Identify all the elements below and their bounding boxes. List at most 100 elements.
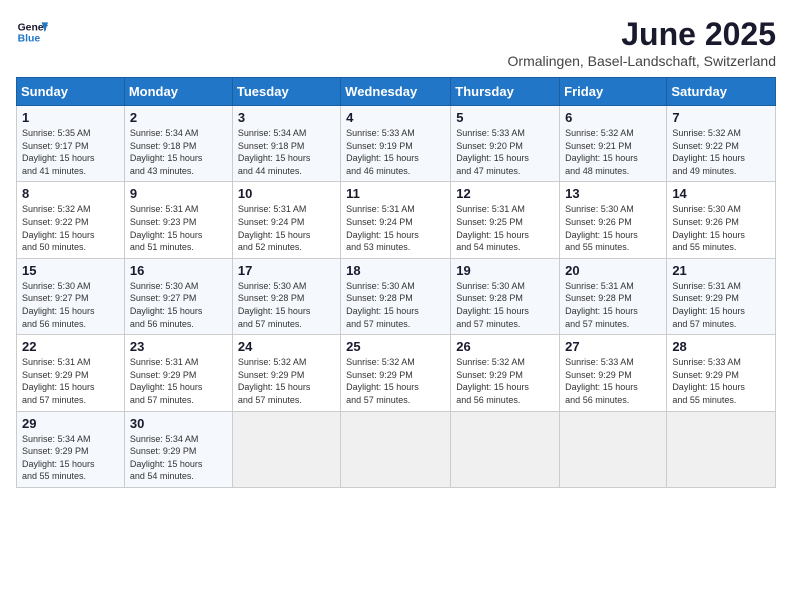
day-number: 22 (22, 339, 119, 354)
table-row (667, 411, 776, 487)
table-row (341, 411, 451, 487)
table-row: 12 Sunrise: 5:31 AMSunset: 9:25 PMDayligh… (451, 182, 560, 258)
day-info: Sunrise: 5:33 AMSunset: 9:29 PMDaylight:… (672, 356, 770, 406)
table-row: 25 Sunrise: 5:32 AMSunset: 9:29 PMDayligh… (341, 335, 451, 411)
table-row: 16Sunrise: 5:30 AMSunset: 9:27 PMDayligh… (124, 258, 232, 334)
calendar-subtitle: Ormalingen, Basel-Landschaft, Switzerlan… (508, 53, 776, 69)
table-row (560, 411, 667, 487)
day-number: 19 (456, 263, 554, 278)
table-row: 5 Sunrise: 5:33 AMSunset: 9:20 PMDaylight… (451, 106, 560, 182)
table-row: 6 Sunrise: 5:32 AMSunset: 9:21 PMDaylight… (560, 106, 667, 182)
logo-icon: General Blue (16, 16, 48, 48)
day-number: 17 (238, 263, 335, 278)
table-row: 30 Sunrise: 5:34 AMSunset: 9:29 PMDayligh… (124, 411, 232, 487)
day-number: 12 (456, 186, 554, 201)
day-number: 3 (238, 110, 335, 125)
day-info: Sunrise: 5:32 AMSunset: 9:29 PMDaylight:… (456, 356, 554, 406)
day-info: Sunrise: 5:30 AMSunset: 9:26 PMDaylight:… (672, 203, 770, 253)
title-block: June 2025 Ormalingen, Basel-Landschaft, … (508, 16, 776, 69)
day-info: Sunrise: 5:31 AMSunset: 9:28 PMDaylight:… (565, 280, 661, 330)
day-info: Sunrise: 5:34 AMSunset: 9:29 PMDaylight:… (22, 433, 119, 483)
day-number: 30 (130, 416, 227, 431)
day-info: Sunrise: 5:31 AMSunset: 9:25 PMDaylight:… (456, 203, 554, 253)
header-tuesday: Tuesday (232, 78, 340, 106)
day-info: Sunrise: 5:31 AMSunset: 9:29 PMDaylight:… (672, 280, 770, 330)
calendar-title: June 2025 (508, 16, 776, 53)
day-number: 23 (130, 339, 227, 354)
header-saturday: Saturday (667, 78, 776, 106)
day-info: Sunrise: 5:32 AMSunset: 9:29 PMDaylight:… (346, 356, 445, 406)
table-row: 1 Sunrise: 5:35 AMSunset: 9:17 PMDaylight… (17, 106, 125, 182)
day-info: Sunrise: 5:30 AMSunset: 9:28 PMDaylight:… (456, 280, 554, 330)
day-number: 25 (346, 339, 445, 354)
table-row: 21 Sunrise: 5:31 AMSunset: 9:29 PMDayligh… (667, 258, 776, 334)
table-row: 14Sunrise: 5:30 AMSunset: 9:26 PMDayligh… (667, 182, 776, 258)
table-row: 17Sunrise: 5:30 AMSunset: 9:28 PMDayligh… (232, 258, 340, 334)
day-info: Sunrise: 5:31 AMSunset: 9:29 PMDaylight:… (130, 356, 227, 406)
calendar-table: Sunday Monday Tuesday Wednesday Thursday… (16, 77, 776, 488)
day-number: 7 (672, 110, 770, 125)
calendar-week-row: 15 Sunrise: 5:30 AMSunset: 9:27 PMDayligh… (17, 258, 776, 334)
table-row: 18Sunrise: 5:30 AMSunset: 9:28 PMDayligh… (341, 258, 451, 334)
day-number: 16 (130, 263, 227, 278)
day-number: 4 (346, 110, 445, 125)
table-row: 22Sunrise: 5:31 AMSunset: 9:29 PMDayligh… (17, 335, 125, 411)
table-row: 24Sunrise: 5:32 AMSunset: 9:29 PMDayligh… (232, 335, 340, 411)
day-number: 10 (238, 186, 335, 201)
day-info: Sunrise: 5:34 AMSunset: 9:29 PMDaylight:… (130, 433, 227, 483)
day-number: 26 (456, 339, 554, 354)
day-info: Sunrise: 5:34 AMSunset: 9:18 PMDaylight:… (130, 127, 227, 177)
day-number: 13 (565, 186, 661, 201)
day-number: 9 (130, 186, 227, 201)
day-info: Sunrise: 5:34 AMSunset: 9:18 PMDaylight:… (238, 127, 335, 177)
table-row: 23 Sunrise: 5:31 AMSunset: 9:29 PMDayligh… (124, 335, 232, 411)
day-number: 15 (22, 263, 119, 278)
page-header: General Blue June 2025 Ormalingen, Basel… (16, 16, 776, 69)
day-number: 11 (346, 186, 445, 201)
day-number: 8 (22, 186, 119, 201)
svg-text:Blue: Blue (18, 34, 41, 45)
day-info: Sunrise: 5:35 AMSunset: 9:17 PMDaylight:… (22, 127, 119, 177)
calendar-week-row: 29 Sunrise: 5:34 AMSunset: 9:29 PMDayligh… (17, 411, 776, 487)
day-info: Sunrise: 5:32 AMSunset: 9:29 PMDaylight:… (238, 356, 335, 406)
weekday-header-row: Sunday Monday Tuesday Wednesday Thursday… (17, 78, 776, 106)
table-row: 9 Sunrise: 5:31 AMSunset: 9:23 PMDaylight… (124, 182, 232, 258)
day-info: Sunrise: 5:33 AMSunset: 9:20 PMDaylight:… (456, 127, 554, 177)
day-info: Sunrise: 5:30 AMSunset: 9:28 PMDaylight:… (346, 280, 445, 330)
day-info: Sunrise: 5:30 AMSunset: 9:26 PMDaylight:… (565, 203, 661, 253)
table-row: 2 Sunrise: 5:34 AMSunset: 9:18 PMDaylight… (124, 106, 232, 182)
header-friday: Friday (560, 78, 667, 106)
table-row: 28 Sunrise: 5:33 AMSunset: 9:29 PMDayligh… (667, 335, 776, 411)
calendar-week-row: 22 Sunrise: 5:31 AMSunset: 9:29 PMDayligh… (17, 335, 776, 411)
day-number: 28 (672, 339, 770, 354)
day-number: 5 (456, 110, 554, 125)
day-number: 29 (22, 416, 119, 431)
calendar-week-row: 8Sunrise: 5:32 AMSunset: 9:22 PMDaylight… (17, 182, 776, 258)
header-monday: Monday (124, 78, 232, 106)
day-number: 1 (22, 110, 119, 125)
calendar-week-row: 1 Sunrise: 5:35 AMSunset: 9:17 PMDaylight… (17, 106, 776, 182)
table-row (451, 411, 560, 487)
day-number: 20 (565, 263, 661, 278)
table-row: 26 Sunrise: 5:32 AMSunset: 9:29 PMDayligh… (451, 335, 560, 411)
day-info: Sunrise: 5:30 AMSunset: 9:27 PMDaylight:… (22, 280, 119, 330)
day-info: Sunrise: 5:31 AMSunset: 9:23 PMDaylight:… (130, 203, 227, 253)
table-row (232, 411, 340, 487)
header-sunday: Sunday (17, 78, 125, 106)
logo: General Blue (16, 16, 48, 48)
day-number: 6 (565, 110, 661, 125)
header-wednesday: Wednesday (341, 78, 451, 106)
table-row: 11 Sunrise: 5:31 AMSunset: 9:24 PMDayligh… (341, 182, 451, 258)
day-number: 2 (130, 110, 227, 125)
day-info: Sunrise: 5:32 AMSunset: 9:21 PMDaylight:… (565, 127, 661, 177)
day-info: Sunrise: 5:33 AMSunset: 9:29 PMDaylight:… (565, 356, 661, 406)
day-info: Sunrise: 5:32 AMSunset: 9:22 PMDaylight:… (672, 127, 770, 177)
table-row: 19 Sunrise: 5:30 AMSunset: 9:28 PMDayligh… (451, 258, 560, 334)
table-row: 8Sunrise: 5:32 AMSunset: 9:22 PMDaylight… (17, 182, 125, 258)
table-row: 27Sunrise: 5:33 AMSunset: 9:29 PMDayligh… (560, 335, 667, 411)
day-number: 21 (672, 263, 770, 278)
table-row: 4 Sunrise: 5:33 AMSunset: 9:19 PMDaylight… (341, 106, 451, 182)
day-info: Sunrise: 5:31 AMSunset: 9:24 PMDaylight:… (346, 203, 445, 253)
header-thursday: Thursday (451, 78, 560, 106)
day-info: Sunrise: 5:33 AMSunset: 9:19 PMDaylight:… (346, 127, 445, 177)
